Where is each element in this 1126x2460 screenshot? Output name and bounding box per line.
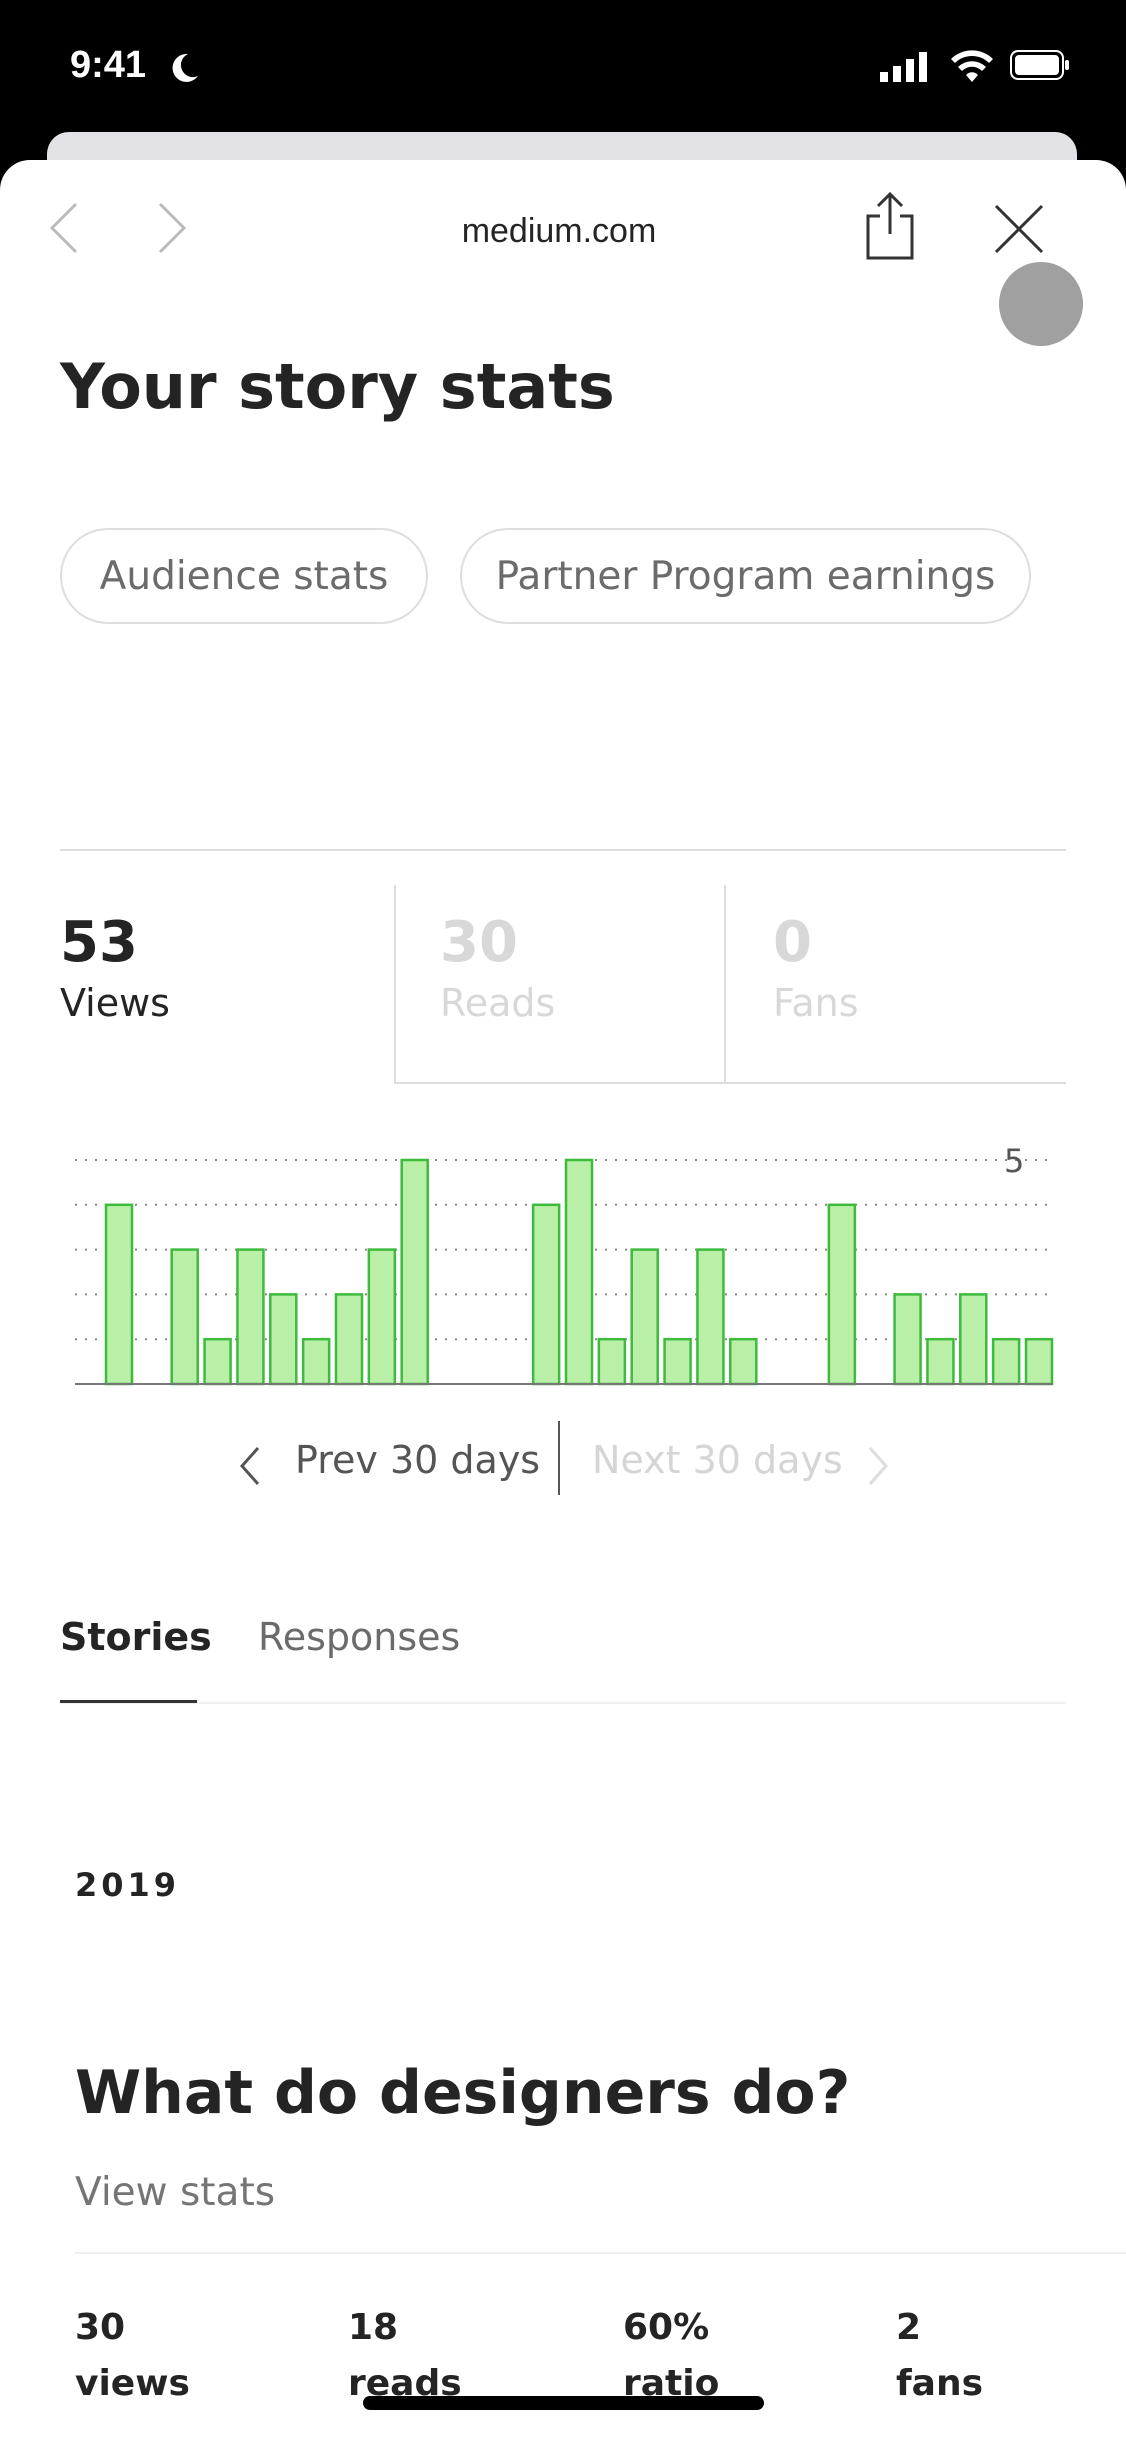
close-icon[interactable] <box>992 202 1046 256</box>
stat-value: 60% <box>623 2307 710 2348</box>
views-chart: 5 <box>75 1142 1054 1386</box>
tabs-divider <box>60 1702 1066 1704</box>
wifi-icon <box>951 50 993 82</box>
tab-reads[interactable]: 30 Reads <box>440 910 555 1025</box>
touch-indicator <box>999 262 1083 346</box>
views-label: Views <box>60 981 170 1025</box>
share-icon[interactable] <box>862 190 918 262</box>
bar <box>959 1293 988 1386</box>
prev-30-days-button[interactable]: Prev 30 days <box>295 1438 540 1482</box>
bar <box>203 1337 232 1386</box>
bar <box>104 1203 134 1386</box>
fans-label: Fans <box>773 981 859 1025</box>
bar <box>400 1158 429 1386</box>
bar <box>729 1337 758 1386</box>
active-tab-underline <box>60 1700 197 1703</box>
story-views: 30 views <box>75 2300 190 2412</box>
year-heading: 2019 <box>75 1866 181 1904</box>
stat-value: 30 <box>75 2307 126 2348</box>
stat-value: 18 <box>348 2307 399 2348</box>
bar <box>991 1337 1021 1386</box>
tab-views[interactable]: 53 Views <box>60 910 170 1025</box>
battery-icon <box>1010 50 1069 80</box>
partner-program-button[interactable]: Partner Program earnings <box>460 528 1031 624</box>
bar <box>597 1337 627 1386</box>
signal-icon <box>880 52 927 82</box>
bar <box>663 1337 692 1386</box>
bar <box>531 1203 561 1386</box>
fans-count: 0 <box>773 910 812 975</box>
moon-icon <box>172 53 198 82</box>
reads-count: 30 <box>440 910 518 975</box>
y-tick-label: 5 <box>1004 1142 1024 1180</box>
stat-label: views <box>75 2363 190 2404</box>
divider <box>75 2252 1126 2254</box>
url-label[interactable]: medium.com <box>0 212 1118 251</box>
bar <box>269 1293 298 1386</box>
view-stats-link[interactable]: View stats <box>75 2170 275 2215</box>
tab-border <box>394 1082 1066 1084</box>
status-bar: 9:41 <box>0 0 1126 140</box>
bar <box>334 1293 364 1386</box>
bar <box>301 1337 331 1386</box>
tab-border <box>724 885 726 1084</box>
stat-label: fans <box>896 2363 984 2404</box>
reads-label: Reads <box>440 981 556 1025</box>
bar <box>564 1158 594 1386</box>
page-title: Your story stats <box>60 350 615 423</box>
divider <box>60 849 1066 851</box>
bar <box>696 1248 725 1386</box>
chevron-left-icon[interactable] <box>238 1446 262 1486</box>
stat-value: 2 <box>896 2307 922 2348</box>
audience-stats-button[interactable]: Audience stats <box>60 528 428 624</box>
bar <box>926 1337 955 1386</box>
bar <box>1024 1337 1054 1386</box>
bar <box>827 1203 857 1386</box>
pagination-divider <box>558 1421 560 1495</box>
chevron-right-icon[interactable] <box>866 1446 890 1486</box>
tab-fans[interactable]: 0 Fans <box>773 910 859 1025</box>
story-title[interactable]: What do designers do? <box>75 2058 850 2128</box>
tab-stories[interactable]: Stories <box>60 1615 212 1659</box>
bar <box>170 1248 199 1386</box>
bar <box>893 1293 922 1386</box>
tab-border <box>394 885 396 1084</box>
bar <box>630 1248 659 1386</box>
next-30-days-button[interactable]: Next 30 days <box>592 1438 843 1482</box>
story-fans: 2 fans <box>896 2300 983 2412</box>
home-indicator[interactable] <box>363 2396 764 2410</box>
tab-responses[interactable]: Responses <box>258 1615 460 1659</box>
clock: 9:41 <box>70 44 147 86</box>
bar <box>367 1248 397 1386</box>
bar <box>236 1248 265 1386</box>
views-count: 53 <box>60 910 138 975</box>
